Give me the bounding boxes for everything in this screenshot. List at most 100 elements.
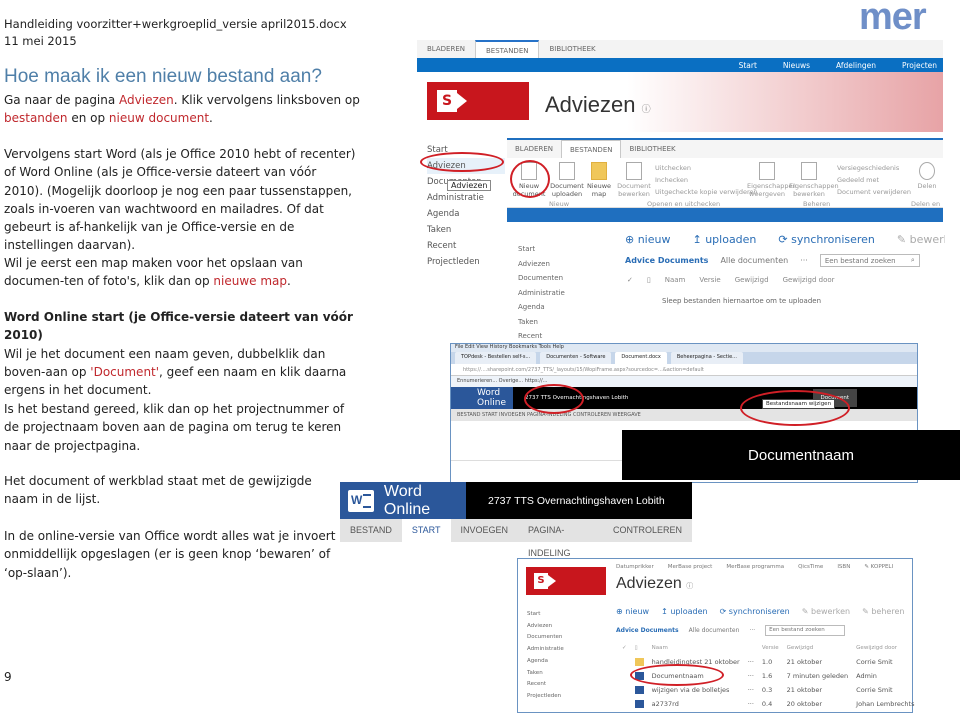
new-command[interactable]: ⊕ nieuw [616,607,649,616]
view-all-documents[interactable]: Alle documenten [720,256,788,265]
manage-command[interactable]: ✎ beheren [862,607,904,616]
tab-bestanden[interactable]: BESTANDEN [475,40,540,58]
delete-document-button[interactable]: Document verwijderen [837,188,911,196]
col-versie[interactable]: Versie [758,641,783,655]
browser-tab[interactable]: TOPdesk - Bestellen self-s... [455,352,537,364]
address-bar[interactable]: https://....sharepoint.com/2737_TTS/_lay… [451,364,917,376]
nav-item[interactable]: Recent [527,679,564,691]
nav2-recent[interactable]: Recent [518,329,565,344]
upload-document-button[interactable]: Document uploaden [549,162,585,198]
col-naam[interactable]: Naam [665,276,686,284]
row-menu[interactable]: ··· [744,697,758,711]
nav-nieuws[interactable]: Nieuws [783,61,810,70]
nav2-documenten[interactable]: Documenten [518,271,565,286]
sp2-left-nav: Start Adviezen Documenten Administratie … [527,609,564,703]
word-online-brand[interactable]: Word Online [451,387,513,409]
text: . Klik vervolgens linksboven op [173,93,360,107]
nav2-administratie[interactable]: Administratie [518,286,565,301]
nav2-adviezen[interactable]: Adviezen [518,257,565,272]
more-views[interactable]: ··· [749,627,755,634]
new-command[interactable]: ⊕ nieuw [625,233,670,246]
checkin-button[interactable]: Inchecken [655,176,688,184]
row-by: Corrie Smit [856,686,893,694]
upload-command[interactable]: ↥ uploaden [661,607,707,616]
link-merbase-programma[interactable]: MerBase programma [726,564,784,570]
row-menu[interactable]: ··· [744,683,758,697]
nav-item-administratie[interactable]: Administratie [427,190,505,206]
search-input[interactable]: Een bestand zoeken ⌕ [819,254,920,267]
tab-start[interactable]: START [401,519,451,542]
link-koppelingen[interactable]: ✎ KOPPELI [864,564,893,570]
col-check[interactable]: ✓ [627,276,633,284]
ribbon-tab-bladeren[interactable]: BLADEREN [507,140,561,158]
tab-pagina-indeling[interactable]: PAGINA-INDELING [518,519,603,558]
nav-item-agenda[interactable]: Agenda [427,206,505,222]
nav-item[interactable]: Documenten [527,632,564,644]
nav-item[interactable]: Projectleden [527,691,564,703]
col-versie[interactable]: Versie [699,276,720,284]
edit-command[interactable]: ✎ bewerken [802,607,850,616]
nav-item[interactable]: Adviezen [527,621,564,633]
row-menu[interactable]: ··· [744,669,758,683]
view-properties-button[interactable]: Eigenschappen weergeven [747,162,797,198]
nav2-start[interactable]: Start [518,242,565,257]
upload-command[interactable]: ↥ uploaden [692,233,756,246]
sync-command[interactable]: ⟳ synchroniseren [720,607,790,616]
link-qicstime[interactable]: QicsTime [798,564,823,570]
browser-tab[interactable]: Documenten - Software [540,352,612,364]
document-path[interactable]: 2737 TTS Overnachtingshaven Lobith [466,482,692,519]
version-history-button[interactable]: Versiegeschiedenis [837,164,899,172]
nav2-agenda[interactable]: Agenda [518,300,565,315]
tab-bestand[interactable]: BESTAND [340,519,402,542]
edit-command[interactable]: ✎ bewerken [897,233,945,246]
view-all-documents[interactable]: Alle documenten [689,627,740,634]
ribbon-tab-bibliotheek[interactable]: BIBLIOTHEEK [621,140,683,158]
view-advice-documents[interactable]: Advice Documents [616,627,679,634]
nav-item-taken[interactable]: Taken [427,222,505,238]
browser-tab-active[interactable]: Document.docx [615,352,667,364]
nav-item[interactable]: Administratie [527,644,564,656]
link-datumprikker[interactable]: Datumprikker [616,564,654,570]
new-folder-button[interactable]: Nieuwe map [585,162,613,198]
tab-bibliotheek[interactable]: BIBLIOTHEEK [539,40,605,58]
discard-checkout-button[interactable]: Uitgecheckte kopie verwijderen [655,188,758,196]
tab-controleren[interactable]: CONTROLEREN [603,519,692,542]
sp2-title: Adviezen ⓘ [616,575,693,593]
browser-tab[interactable]: Beheerpagina - Sectie... [670,352,743,364]
sync-command[interactable]: ⟳ synchroniseren [778,233,875,246]
col-gewijzigd[interactable]: Gewijzigd [783,641,853,655]
nav-item[interactable]: Start [527,609,564,621]
more-views[interactable]: ··· [800,256,808,265]
paragraph-3: Wil je eerst een map maken voor het opsl… [4,254,349,291]
checkout-button[interactable]: Uitchecken [655,164,691,172]
nav-projecten[interactable]: Projecten [902,61,937,70]
nav-afdelingen[interactable]: Afdelingen [836,61,876,70]
nav-item-projectleden[interactable]: Projectleden [427,254,505,270]
link-merbase-project[interactable]: MerBase project [668,564,713,570]
ribbon-tab-bestanden[interactable]: BESTANDEN [561,140,622,158]
link-isbn[interactable]: ISBN [837,564,850,570]
share-button[interactable]: Delen [913,162,941,190]
nav-item[interactable]: Taken [527,668,564,680]
row-name[interactable]: a2737rd [648,697,744,711]
shared-with-button[interactable]: Gedeeld met [837,176,879,184]
edit-properties-button[interactable]: Eigenschappen bewerken [789,162,839,198]
col-naam[interactable]: Naam [648,641,744,655]
col-gewijzigd[interactable]: Gewijzigd [735,276,769,284]
col-gewijzigd-door[interactable]: Gewijzigd door [852,641,918,655]
nav-item[interactable]: Agenda [527,656,564,668]
table-row[interactable]: a2737rd ··· 0.4 20 oktober Johan Lembrec… [618,697,918,711]
col-gewijzigd-door[interactable]: Gewijzigd door [783,276,835,284]
word-doc-icon [634,686,644,694]
nav2-taken[interactable]: Taken [518,315,565,330]
tab-bladeren[interactable]: BLADEREN [417,40,475,58]
nav-start[interactable]: Start [739,61,757,70]
edit-document-button[interactable]: Document bewerken [617,162,651,198]
row-menu[interactable]: ··· [744,655,758,669]
tab-invoegen[interactable]: INVOEGEN [451,519,519,542]
nav-item-recent[interactable]: Recent [427,238,505,254]
browser-tabs: TOPdesk - Bestellen self-s... Documenten… [451,352,917,364]
search-input[interactable]: Een bestand zoeken [765,625,846,636]
view-advice-documents[interactable]: Advice Documents [625,256,708,265]
col-check[interactable]: ✓ [618,641,631,655]
